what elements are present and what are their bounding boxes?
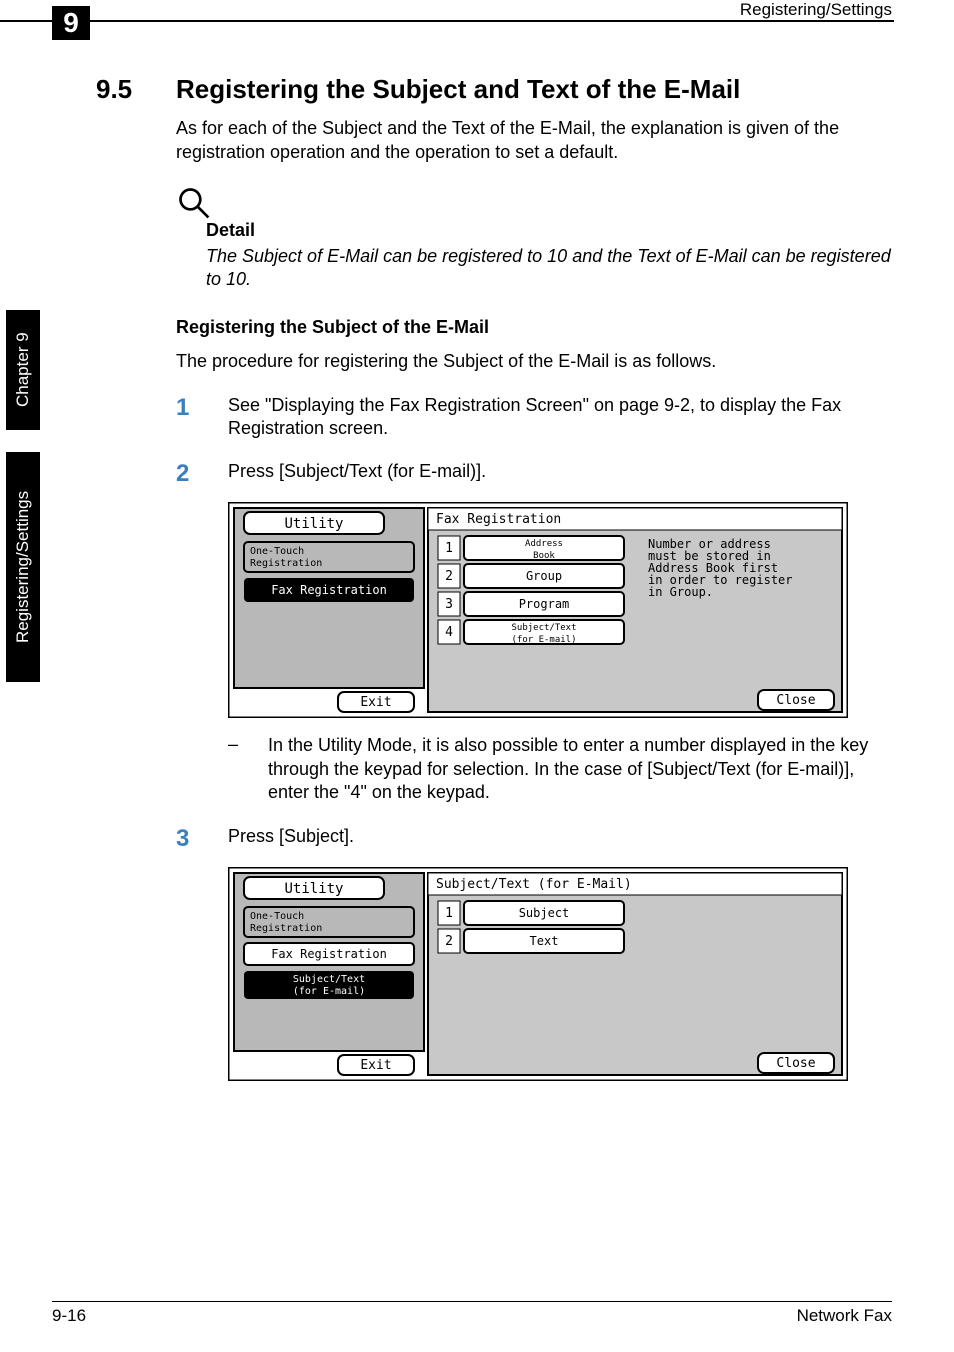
ss2-nav3: Subject/Text(for E-mail) bbox=[293, 974, 365, 997]
subheading: Registering the Subject of the E-Mail bbox=[176, 317, 892, 338]
side-tab-chapter: Chapter 9 bbox=[6, 310, 40, 430]
step-3-number: 3 bbox=[176, 825, 228, 853]
running-title: Registering/Settings bbox=[740, 0, 892, 20]
ss1-b2-num: 2 bbox=[445, 569, 453, 584]
section-title: Registering the Subject and Text of the … bbox=[176, 74, 892, 105]
sub-intro: The procedure for registering the Subjec… bbox=[176, 350, 892, 373]
footer-doc: Network Fax bbox=[797, 1306, 892, 1326]
fax-registration-screenshot: Utility One-TouchRegistration Fax Regist… bbox=[228, 502, 892, 718]
ss1-close: Close bbox=[776, 693, 815, 708]
ss1-b3-label: Program bbox=[519, 597, 570, 611]
detail-body: The Subject of E-Mail can be registered … bbox=[206, 245, 892, 292]
ss1-panel-title: Fax Registration bbox=[436, 512, 561, 527]
footer-page: 9-16 bbox=[52, 1306, 86, 1326]
chapter-tab: 9 bbox=[52, 6, 90, 40]
bullet-text: In the Utility Mode, it is also possible… bbox=[268, 734, 892, 804]
ss2-b1-label: Subject bbox=[519, 906, 570, 920]
subject-text-screenshot: Utility One-TouchRegistration Fax Regist… bbox=[228, 867, 892, 1081]
step-2-text: Press [Subject/Text (for E-mail)]. bbox=[228, 460, 892, 483]
ss1-b3-num: 3 bbox=[445, 597, 453, 612]
ss2-b2-num: 2 bbox=[445, 934, 453, 949]
ss1-b4-num: 4 bbox=[445, 625, 453, 640]
ss1-exit: Exit bbox=[360, 695, 391, 710]
ss2-close: Close bbox=[776, 1056, 815, 1071]
step-1-number: 1 bbox=[176, 394, 228, 422]
side-tab-section: Registering/Settings bbox=[6, 452, 40, 682]
detail-heading: Detail bbox=[206, 220, 892, 241]
section-intro: As for each of the Subject and the Text … bbox=[176, 117, 892, 165]
ss2-b1-num: 1 bbox=[445, 906, 453, 921]
ss2-exit: Exit bbox=[360, 1058, 391, 1073]
section-number: 9.5 bbox=[96, 74, 176, 105]
ss2-nav2: Fax Registration bbox=[271, 947, 387, 961]
step-1-text: See "Displaying the Fax Registration Scr… bbox=[228, 394, 892, 441]
step-3-text: Press [Subject]. bbox=[228, 825, 892, 848]
ss2-utility: Utility bbox=[284, 881, 343, 897]
ss1-utility: Utility bbox=[284, 516, 343, 532]
ss1-b2-label: Group bbox=[526, 569, 562, 583]
ss2-panel-title: Subject/Text (for E-Mail) bbox=[436, 877, 632, 892]
step-2-number: 2 bbox=[176, 460, 228, 488]
ss2-b2-label: Text bbox=[530, 934, 559, 948]
ss1-nav2: Fax Registration bbox=[271, 583, 387, 597]
ss1-b1-num: 1 bbox=[445, 541, 453, 556]
bullet-dash: – bbox=[228, 734, 268, 755]
